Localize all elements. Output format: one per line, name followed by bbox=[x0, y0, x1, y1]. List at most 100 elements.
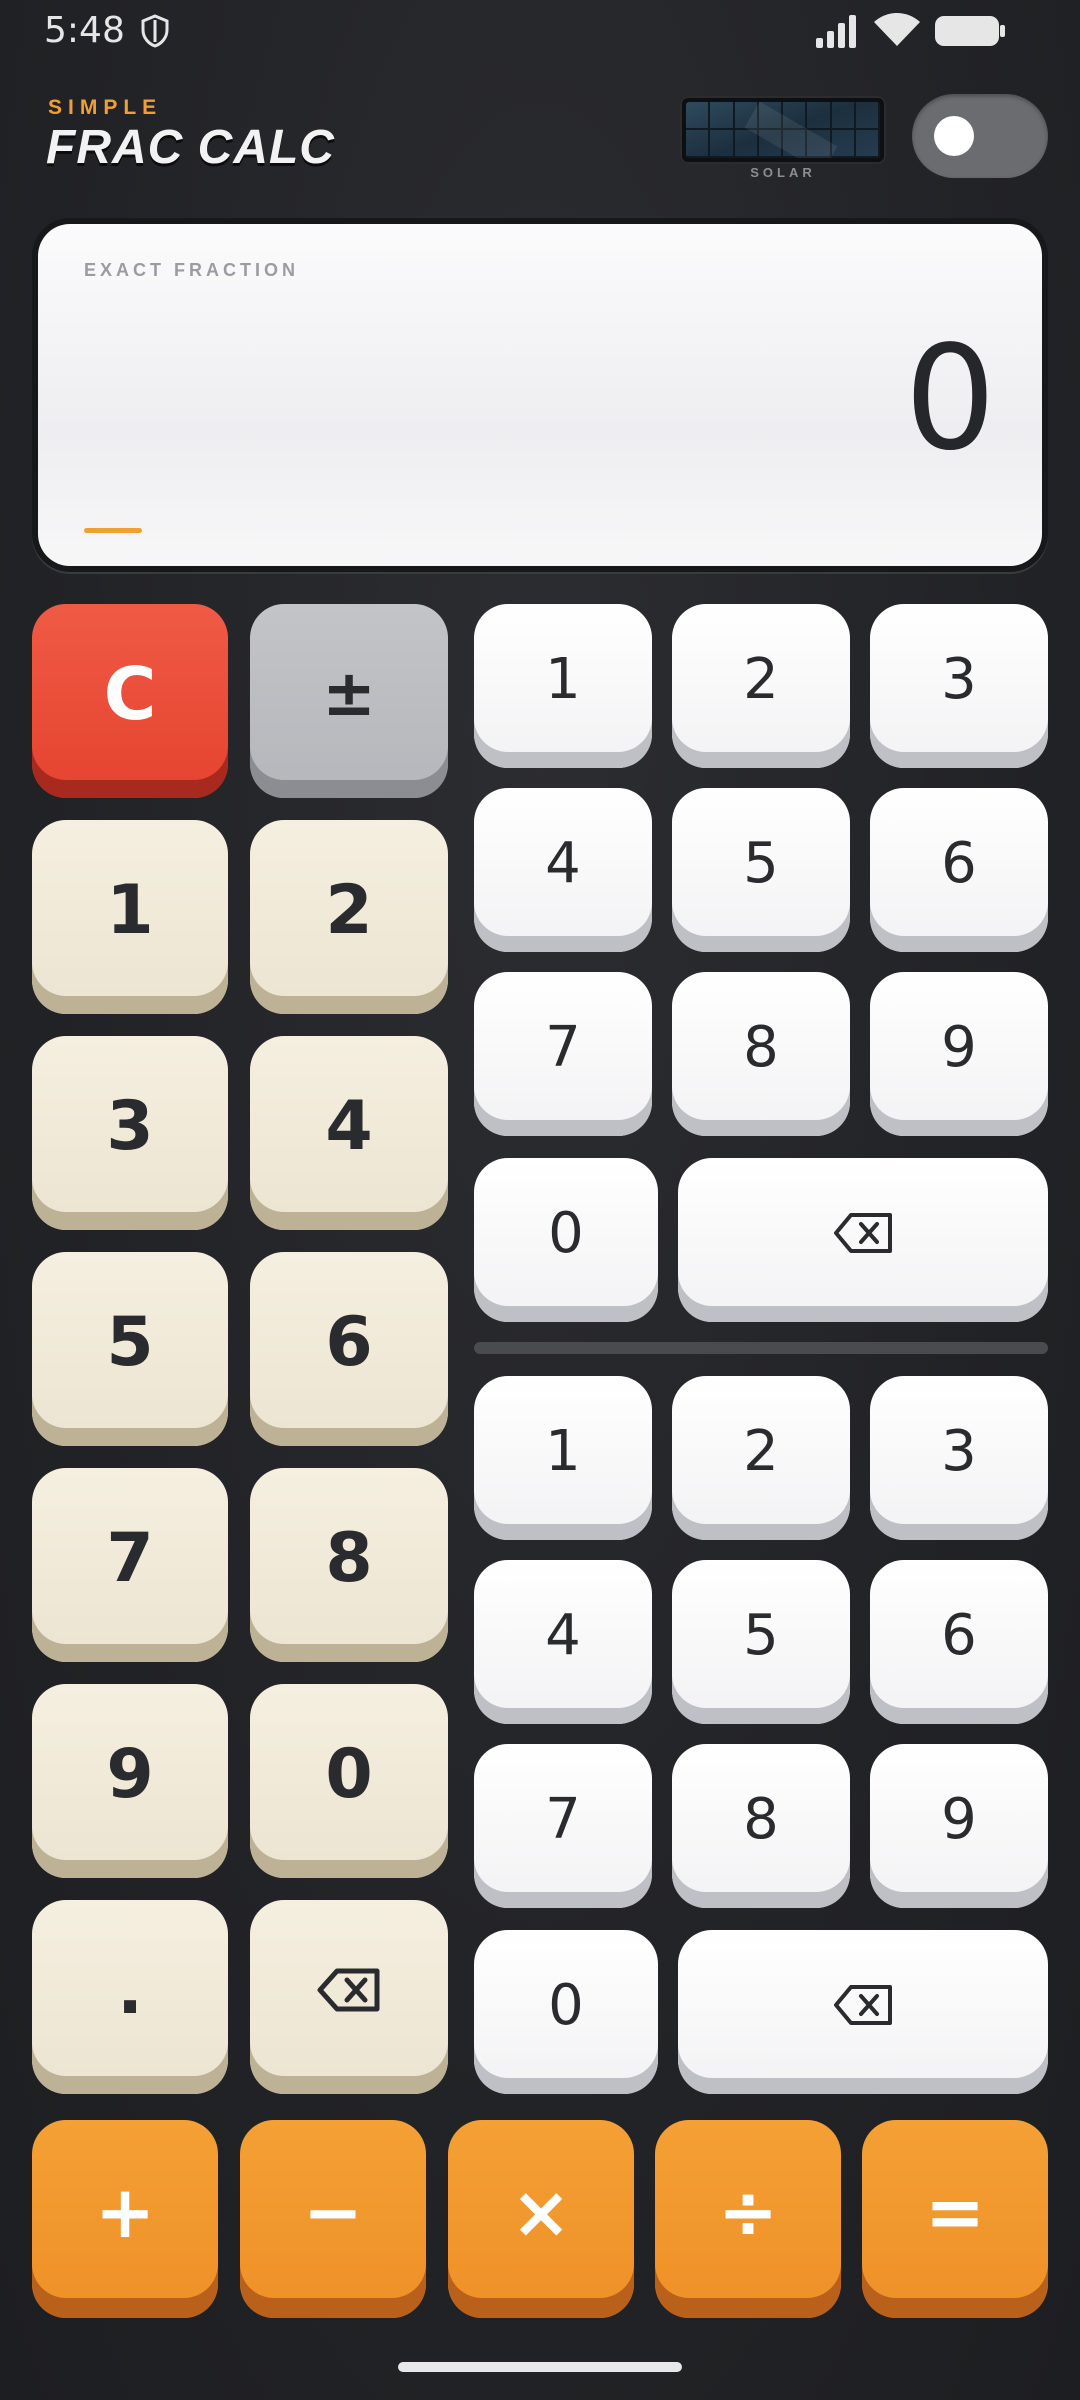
key-label: 6 bbox=[941, 830, 977, 896]
solar-label: SOLAR bbox=[750, 165, 816, 180]
display: EXACT FRACTION 0 bbox=[38, 224, 1042, 566]
key-label: 4 bbox=[325, 1086, 373, 1166]
numerator-key-7[interactable]: 7 bbox=[474, 972, 652, 1136]
key-label: 2 bbox=[743, 1418, 779, 1484]
whole-key-4[interactable]: 4 bbox=[250, 1036, 448, 1230]
key-label: 9 bbox=[106, 1734, 154, 1814]
key-label: 7 bbox=[545, 1786, 581, 1852]
whole-key-6[interactable]: 6 bbox=[250, 1252, 448, 1446]
numerator-key-2[interactable]: 2 bbox=[672, 604, 850, 768]
numerator-backspace-button[interactable] bbox=[678, 1158, 1048, 1322]
numerator-key-3[interactable]: 3 bbox=[870, 604, 1048, 768]
denominator-key-6[interactable]: 6 bbox=[870, 1560, 1048, 1724]
key-label: 2 bbox=[743, 646, 779, 712]
display-cursor bbox=[84, 528, 142, 533]
wifi-icon bbox=[874, 13, 920, 46]
denominator-key-5[interactable]: 5 bbox=[672, 1560, 850, 1724]
denominator-key-8[interactable]: 8 bbox=[672, 1744, 850, 1908]
key-label: 7 bbox=[106, 1518, 154, 1598]
display-frame: EXACT FRACTION 0 bbox=[32, 218, 1048, 572]
add-button[interactable]: + bbox=[32, 2120, 218, 2318]
mode-toggle[interactable] bbox=[912, 94, 1048, 178]
backspace-icon bbox=[834, 1213, 892, 1253]
key-label: 9 bbox=[941, 1786, 977, 1852]
operator-label: + bbox=[94, 2170, 156, 2254]
solar-panel bbox=[680, 96, 886, 164]
sign-label: ± bbox=[322, 657, 376, 731]
whole-key-0[interactable]: 0 bbox=[250, 1684, 448, 1878]
key-label: 8 bbox=[743, 1014, 779, 1080]
key-label: 4 bbox=[545, 1602, 581, 1668]
equals-button[interactable]: = bbox=[862, 2120, 1048, 2318]
denominator-key-0[interactable]: 0 bbox=[474, 1930, 658, 2094]
home-indicator[interactable] bbox=[398, 2362, 682, 2372]
denominator-key-1[interactable]: 1 bbox=[474, 1376, 652, 1540]
key-label: 1 bbox=[545, 1418, 581, 1484]
key-label: 6 bbox=[941, 1602, 977, 1668]
sign-toggle-button[interactable]: ± bbox=[250, 604, 448, 798]
numerator-key-1[interactable]: 1 bbox=[474, 604, 652, 768]
denominator-key-9[interactable]: 9 bbox=[870, 1744, 1048, 1908]
key-label: 0 bbox=[325, 1734, 373, 1814]
operator-label: − bbox=[302, 2170, 364, 2254]
numerator-key-6[interactable]: 6 bbox=[870, 788, 1048, 952]
decimal-point-button[interactable]: . bbox=[32, 1900, 228, 2094]
key-label: 6 bbox=[325, 1302, 373, 1382]
key-label: 1 bbox=[106, 870, 154, 950]
key-label: 8 bbox=[325, 1518, 373, 1598]
whole-key-9[interactable]: 9 bbox=[32, 1684, 228, 1878]
denominator-key-7[interactable]: 7 bbox=[474, 1744, 652, 1908]
status-time: 5:48 bbox=[44, 10, 125, 51]
fraction-bar-divider bbox=[474, 1342, 1048, 1354]
key-label: 8 bbox=[743, 1786, 779, 1852]
brand-subtitle: SIMPLE bbox=[48, 96, 163, 119]
key-label: 9 bbox=[941, 1014, 977, 1080]
toggle-knob bbox=[934, 116, 974, 156]
numerator-key-4[interactable]: 4 bbox=[474, 788, 652, 952]
key-label: 5 bbox=[743, 830, 779, 896]
whole-key-2[interactable]: 2 bbox=[250, 820, 448, 1014]
clear-label: C bbox=[103, 652, 157, 736]
backspace-icon bbox=[317, 1968, 380, 2012]
subtract-button[interactable]: − bbox=[240, 2120, 426, 2318]
status-bar: 5:48 bbox=[0, 0, 1080, 62]
key-label: 5 bbox=[106, 1302, 154, 1382]
signal-icon bbox=[816, 15, 856, 48]
key-label: 3 bbox=[941, 646, 977, 712]
key-label: . bbox=[117, 1950, 143, 2030]
key-label: 3 bbox=[106, 1086, 154, 1166]
key-label: 4 bbox=[545, 830, 581, 896]
display-label: EXACT FRACTION bbox=[84, 260, 299, 280]
key-label: 2 bbox=[325, 870, 373, 950]
numerator-key-9[interactable]: 9 bbox=[870, 972, 1048, 1136]
key-label: 7 bbox=[545, 1014, 581, 1080]
numerator-key-8[interactable]: 8 bbox=[672, 972, 850, 1136]
battery-icon bbox=[935, 16, 1005, 46]
key-label: 0 bbox=[548, 1972, 584, 2038]
clear-button[interactable]: C bbox=[32, 604, 228, 798]
denominator-key-3[interactable]: 3 bbox=[870, 1376, 1048, 1540]
whole-key-8[interactable]: 8 bbox=[250, 1468, 448, 1662]
shield-icon bbox=[141, 14, 169, 48]
numerator-key-5[interactable]: 5 bbox=[672, 788, 850, 952]
operator-label: × bbox=[510, 2170, 572, 2254]
key-label: 0 bbox=[548, 1200, 584, 1266]
whole-key-7[interactable]: 7 bbox=[32, 1468, 228, 1662]
whole-backspace-button[interactable] bbox=[250, 1900, 448, 2094]
numerator-key-0[interactable]: 0 bbox=[474, 1158, 658, 1322]
denominator-backspace-button[interactable] bbox=[678, 1930, 1048, 2094]
key-label: 3 bbox=[941, 1418, 977, 1484]
whole-key-3[interactable]: 3 bbox=[32, 1036, 228, 1230]
brand-title: FRAC CALC bbox=[46, 121, 335, 174]
whole-key-1[interactable]: 1 bbox=[32, 820, 228, 1014]
operator-label: = bbox=[924, 2170, 986, 2254]
key-label: 5 bbox=[743, 1602, 779, 1668]
multiply-button[interactable]: × bbox=[448, 2120, 634, 2318]
display-value: 0 bbox=[904, 314, 996, 482]
denominator-key-2[interactable]: 2 bbox=[672, 1376, 850, 1540]
denominator-key-4[interactable]: 4 bbox=[474, 1560, 652, 1724]
operator-label: ÷ bbox=[717, 2170, 779, 2254]
whole-key-5[interactable]: 5 bbox=[32, 1252, 228, 1446]
divide-button[interactable]: ÷ bbox=[655, 2120, 841, 2318]
key-label: 1 bbox=[545, 646, 581, 712]
